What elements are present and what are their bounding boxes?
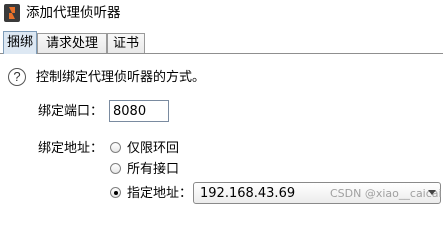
radio-button-selected[interactable] [110, 187, 121, 198]
description-text: 控制绑定代理侦听器的方式。 [36, 70, 206, 85]
selected-address-value: 192.168.43.69 [200, 186, 296, 201]
tab-binding[interactable]: 捆绑 [3, 31, 37, 54]
radio-button[interactable] [110, 142, 121, 153]
window-title: 添加代理侦听器 [26, 5, 121, 21]
radio-label: 所有接口 [127, 162, 180, 177]
specific-address-select[interactable]: 192.168.43.69 CSDN @xiao__caicai [193, 182, 442, 204]
tab-certificate[interactable]: 证书 [107, 33, 145, 53]
address-label: 绑定地址： [38, 141, 104, 156]
chevron-down-icon[interactable] [428, 190, 436, 195]
radio-label: 指定地址： [127, 186, 193, 201]
watermark-text: CSDN @xiao__caicai [330, 187, 442, 200]
burp-logo-icon [4, 4, 20, 22]
tab-strip: 捆绑 请求处理 证书 [0, 31, 443, 54]
radio-label: 仅限环回 [127, 141, 180, 156]
radio-button[interactable] [110, 163, 121, 174]
tab-request-handling[interactable]: 请求处理 [37, 33, 107, 53]
port-input[interactable] [109, 100, 169, 122]
binding-panel: ? 控制绑定代理侦听器的方式。 绑定端口： 绑定地址： 仅限环回 所有接口 指定… [0, 54, 443, 207]
title-bar: 添加代理侦听器 [0, 0, 443, 28]
port-label: 绑定端口： [38, 104, 104, 119]
question-circle-icon[interactable]: ? [8, 68, 26, 86]
